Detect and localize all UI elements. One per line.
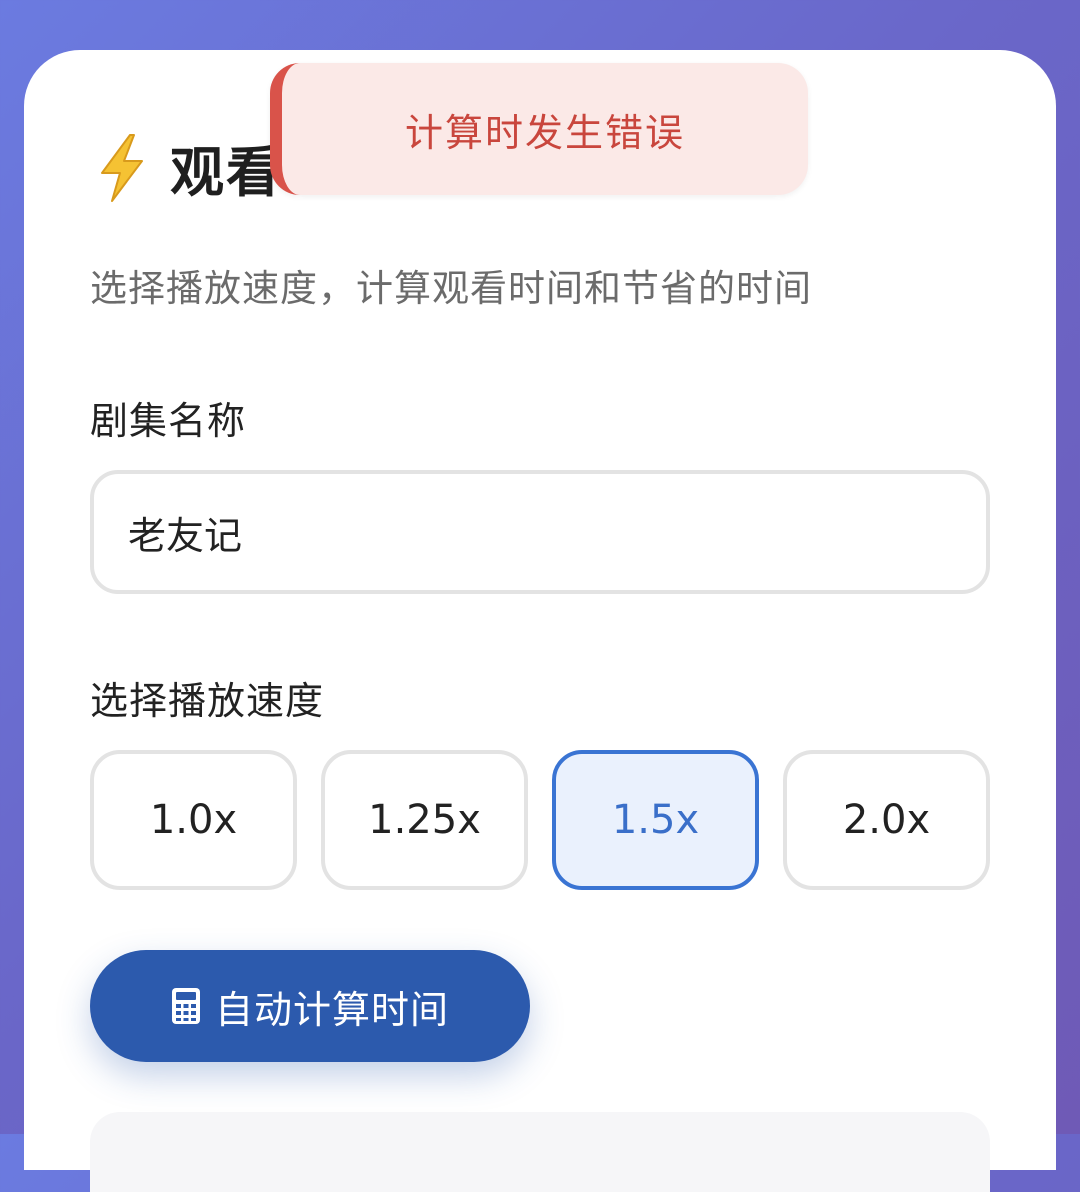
speed-options: 1.0x 1.25x 1.5x 2.0x <box>90 750 990 890</box>
page-title: 观看 <box>170 141 282 204</box>
calculator-icon <box>171 987 201 1025</box>
speed-option-1-0x[interactable]: 1.0x <box>90 750 297 890</box>
result-panel <box>90 1112 990 1192</box>
auto-calculate-label: 自动计算时间 <box>214 987 449 1032</box>
main-card: 观看 选择播放速度，计算观看时间和节省的时间 剧集名称 选择播放速度 1.0x … <box>24 50 1056 1192</box>
speed-option-1-5x[interactable]: 1.5x <box>552 750 759 890</box>
lightning-bolt-icon <box>94 133 150 203</box>
speed-label: 选择播放速度 <box>90 679 325 723</box>
title-row: 观看 <box>94 128 282 207</box>
error-toast: 计算时发生错误 <box>270 63 808 195</box>
show-name-input[interactable] <box>90 470 990 594</box>
speed-option-1-25x[interactable]: 1.25x <box>321 750 528 890</box>
auto-calculate-button[interactable]: 自动计算时间 <box>90 950 530 1062</box>
speed-option-2-0x[interactable]: 2.0x <box>783 750 990 890</box>
error-toast-message: 计算时发生错误 <box>404 110 685 155</box>
page-subtitle: 选择播放速度，计算观看时间和节省的时间 <box>90 267 812 310</box>
show-name-label: 剧集名称 <box>90 399 247 443</box>
